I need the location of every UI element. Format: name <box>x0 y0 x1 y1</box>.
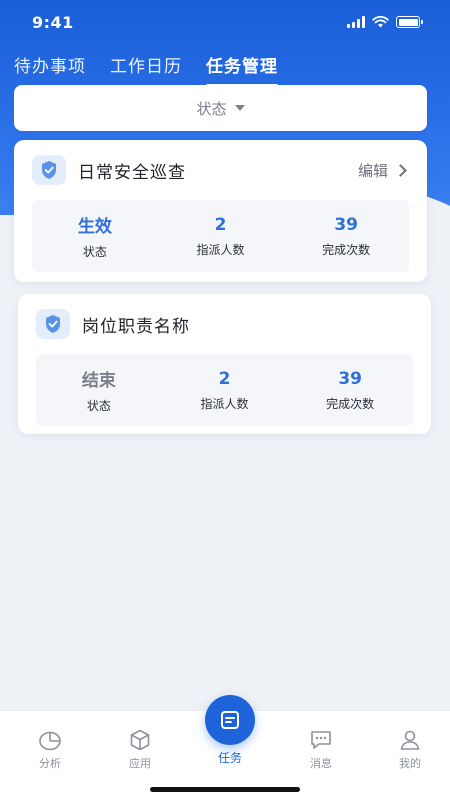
chevron-right-icon <box>394 163 407 177</box>
stat-completions-label: 完成次数 <box>322 242 371 257</box>
nav-apps-label: 应用 <box>129 757 151 770</box>
edit-button[interactable]: 编辑 <box>358 160 409 181</box>
stat-status-label: 状态 <box>82 245 107 259</box>
top-tabs: 待办事项 工作日历 任务管理 <box>14 52 278 87</box>
bottom-navigation: 分析 应用 任务 消息 我的 <box>0 695 450 800</box>
stat-status: 生效 状态 <box>32 200 158 272</box>
tab-task-management[interactable]: 任务管理 <box>206 52 278 87</box>
nav-profile-label: 我的 <box>399 757 421 770</box>
edit-label: 编辑 <box>357 161 388 180</box>
status-filter-label: 状态 <box>196 99 227 118</box>
task-title: 岗位职责名称 <box>82 316 190 337</box>
signal-icon <box>347 16 365 28</box>
task-title: 日常安全巡查 <box>78 162 186 183</box>
status-filter-dropdown[interactable]: 状态 <box>14 85 427 131</box>
status-icons <box>347 16 423 28</box>
app-screen: 9:41 待办事项 工作日历 任务管理 状态 日常安全巡查 编辑 生效 状态 2… <box>0 0 450 800</box>
pie-chart-icon <box>39 731 61 751</box>
task-icon <box>221 711 239 729</box>
nav-analysis-label: 分析 <box>39 757 61 770</box>
nav-task-label: 任务 <box>217 751 242 765</box>
task-card-header: 岗位职责名称 <box>18 294 431 354</box>
stat-completions: 39 完成次数 <box>287 354 413 426</box>
stat-completions-value: 39 <box>338 368 363 389</box>
nav-profile[interactable]: 我的 <box>378 729 442 771</box>
task-card[interactable]: 岗位职责名称 结束 状态 2 指派人数 39 完成次数 <box>18 294 431 434</box>
user-icon <box>400 730 420 750</box>
nav-task-button[interactable] <box>205 695 255 745</box>
stat-status-label: 状态 <box>86 399 111 413</box>
task-stats: 结束 状态 2 指派人数 39 完成次数 <box>36 354 413 426</box>
cube-icon <box>130 729 150 751</box>
shield-check-icon <box>32 155 66 185</box>
status-bar: 9:41 <box>0 0 450 44</box>
nav-messages[interactable]: 消息 <box>289 729 353 771</box>
nav-analysis[interactable]: 分析 <box>18 729 82 771</box>
tab-todo[interactable]: 待办事项 <box>14 52 86 85</box>
stat-completions-label: 完成次数 <box>326 396 375 411</box>
message-icon <box>311 731 331 749</box>
stat-completions-value: 39 <box>334 214 359 235</box>
task-card-header: 日常安全巡查 编辑 <box>14 140 427 200</box>
nav-messages-label: 消息 <box>310 757 332 770</box>
home-indicator <box>150 787 300 792</box>
stat-assignees-label: 指派人数 <box>200 396 249 411</box>
shield-check-icon <box>36 309 70 339</box>
stat-assignees-value: 2 <box>218 368 231 389</box>
battery-icon <box>396 16 423 28</box>
wifi-icon <box>372 16 389 28</box>
stat-assignees-value: 2 <box>214 214 227 235</box>
stat-status-value: 生效 <box>77 217 112 237</box>
stat-status-value: 结束 <box>81 371 116 391</box>
task-stats: 生效 状态 2 指派人数 39 完成次数 <box>32 200 409 272</box>
status-time: 9:41 <box>32 12 74 32</box>
nav-apps[interactable]: 应用 <box>108 729 172 771</box>
stat-status: 结束 状态 <box>36 354 162 426</box>
task-card[interactable]: 日常安全巡查 编辑 生效 状态 2 指派人数 39 完成次数 <box>14 140 427 282</box>
stat-assignees: 2 指派人数 <box>158 200 284 272</box>
stat-assignees: 2 指派人数 <box>162 354 288 426</box>
tab-calendar[interactable]: 工作日历 <box>110 52 182 85</box>
stat-assignees-label: 指派人数 <box>196 242 245 257</box>
caret-down-icon <box>234 105 245 111</box>
stat-completions: 39 完成次数 <box>283 200 409 272</box>
